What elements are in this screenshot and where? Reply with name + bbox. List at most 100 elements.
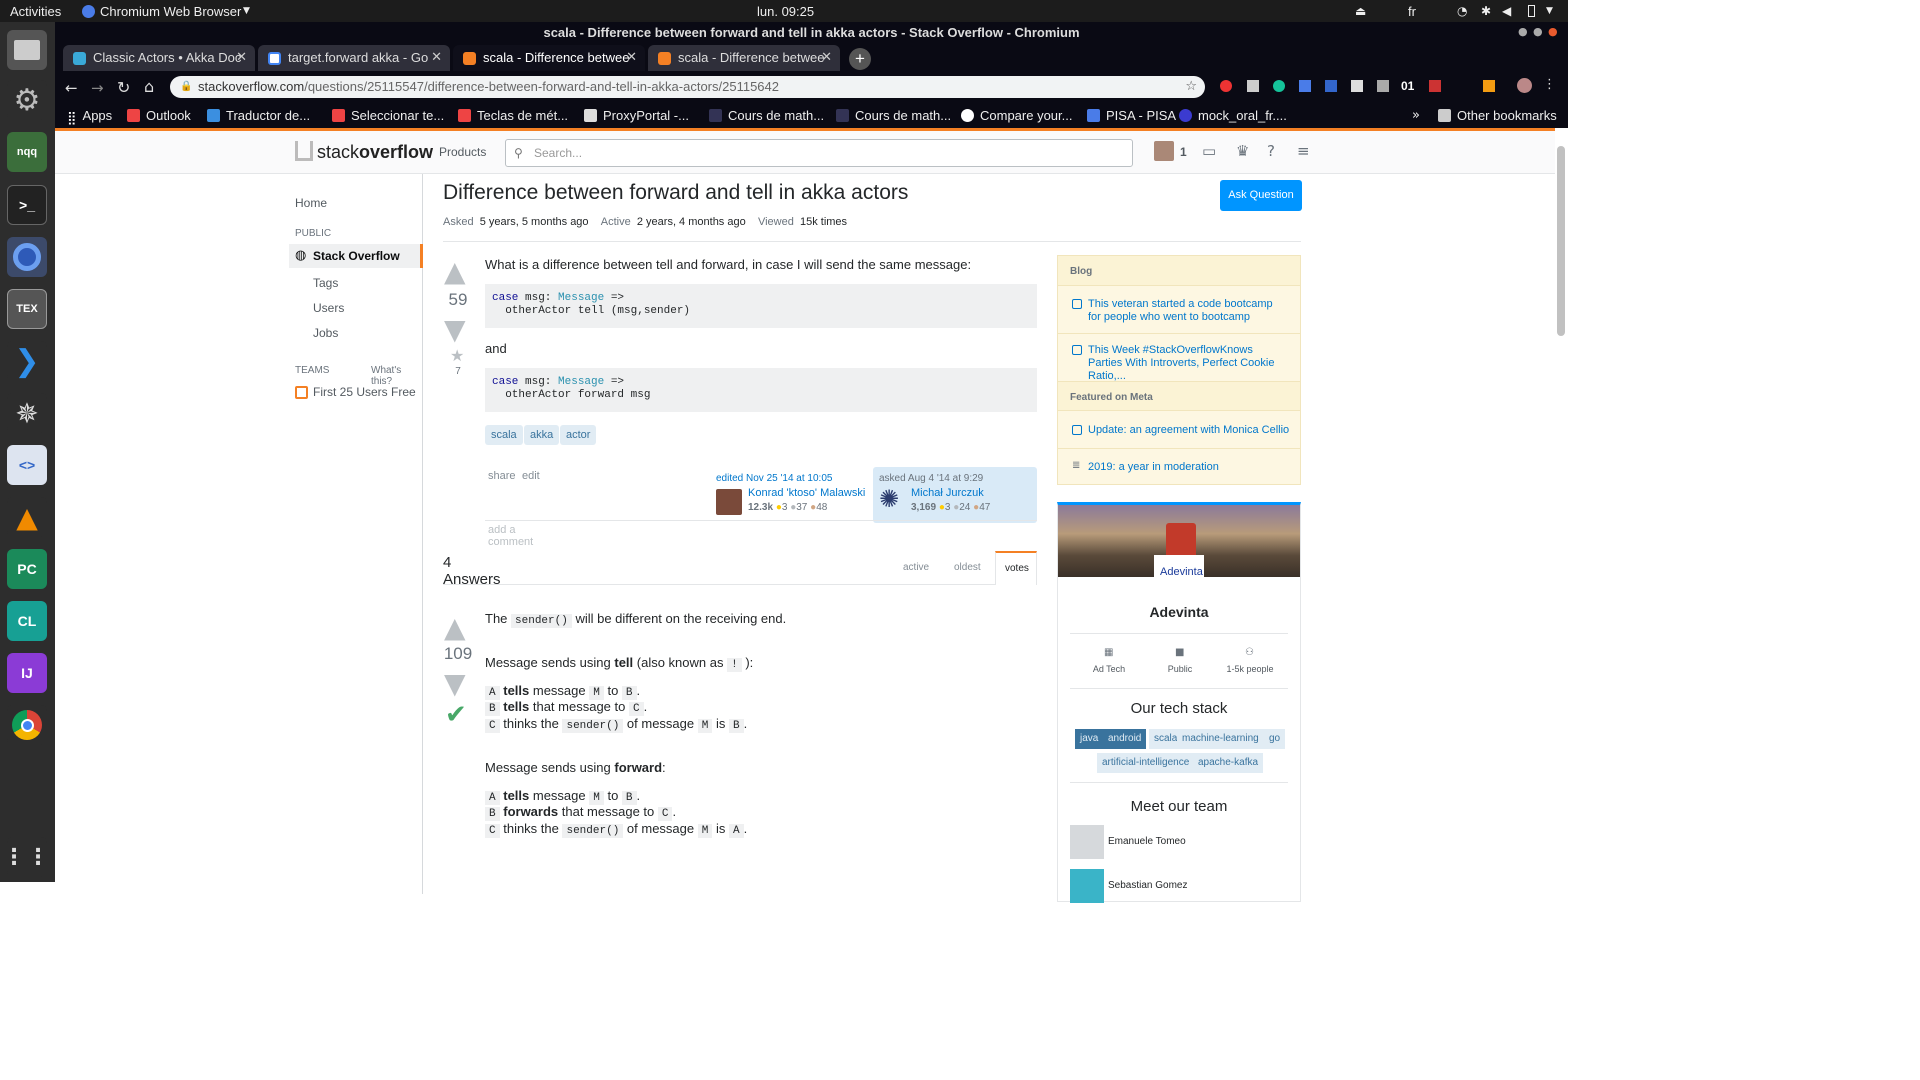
favorite-star-icon[interactable]: ★ <box>450 346 464 365</box>
nav-jobs[interactable]: Jobs <box>313 326 338 340</box>
blog-link-2[interactable]: This Week #StackOverflowKnows Parties Wi… <box>1088 344 1288 383</box>
system-menu-icon[interactable]: ▼ <box>1546 6 1553 16</box>
whats-this-link[interactable]: What's this? <box>371 365 422 387</box>
user-avatar[interactable] <box>1154 141 1174 161</box>
texmaker-icon[interactable]: TEX <box>7 289 47 329</box>
extension-icon[interactable] <box>1429 80 1441 92</box>
answer-downvote-icon[interactable]: ▼ <box>444 667 466 700</box>
nav-tags[interactable]: Tags <box>313 276 338 290</box>
address-bar[interactable]: 🔒 stackoverflow.com/questions/25115547/d… <box>170 76 1205 98</box>
tech-tag-artificial-intelligence[interactable]: artificial-intelligence <box>1097 753 1195 773</box>
tab-google-search[interactable]: target.forward akka - Go ✕ <box>258 45 450 71</box>
tab-stackoverflow-active[interactable]: scala - Difference betwee ✕ <box>453 45 645 71</box>
site-switcher-icon[interactable]: ≡ <box>1297 142 1310 160</box>
extension-icon[interactable] <box>1247 80 1259 92</box>
nav-users[interactable]: Users <box>313 301 344 315</box>
share-link[interactable]: share <box>488 470 516 482</box>
upvote-icon[interactable]: ▲ <box>444 255 466 288</box>
bookmark-item[interactable]: PISA - PISA <box>1087 108 1176 123</box>
files-icon[interactable] <box>7 30 47 70</box>
asker-name[interactable]: Michał Jurczuk <box>911 487 984 499</box>
terminal-icon[interactable]: >_ <box>7 185 47 225</box>
reload-icon[interactable]: ↻ <box>117 78 130 97</box>
pycharm-icon[interactable]: PC <box>7 549 47 589</box>
bookmark-item[interactable]: Compare your... <box>961 108 1073 123</box>
extension-icon[interactable] <box>1351 80 1363 92</box>
close-tab-icon[interactable]: ✕ <box>236 45 247 71</box>
tech-tag-java[interactable]: java <box>1075 729 1104 749</box>
chrome-icon[interactable] <box>7 705 47 745</box>
active-value[interactable]: 2 years, 4 months ago <box>637 216 746 228</box>
edit-link[interactable]: edit <box>522 470 540 482</box>
vscode-icon[interactable]: ❯ <box>7 341 47 381</box>
bookmark-item[interactable]: Teclas de mét... <box>458 108 568 123</box>
bookmark-apps[interactable]: ⣿ Apps <box>67 108 112 126</box>
grammarly-icon[interactable] <box>1273 80 1285 92</box>
tech-tag-go[interactable]: go <box>1264 729 1286 749</box>
spider-icon[interactable]: ✵ <box>7 393 47 433</box>
asker-avatar[interactable]: ✺ <box>879 486 905 512</box>
close-tab-icon[interactable]: ✕ <box>626 45 637 71</box>
downvote-icon[interactable]: ▼ <box>444 313 466 346</box>
member-name[interactable]: Emanuele Tomeo <box>1108 836 1186 847</box>
sort-votes-tab[interactable]: votes <box>995 551 1037 585</box>
clion-icon[interactable]: CL <box>7 601 47 641</box>
extension-badge[interactable]: 01 <box>1401 79 1414 93</box>
bookmark-item[interactable]: Traductor de... <box>207 108 310 123</box>
settings-icon[interactable]: ⚙ <box>7 80 47 120</box>
more-bookmarks-icon[interactable]: » <box>1412 108 1420 123</box>
close-tab-icon[interactable]: ✕ <box>821 45 832 71</box>
first-25-users-link[interactable]: First 25 Users Free <box>313 385 416 399</box>
bookmark-item[interactable]: mock_oral_fr.... <box>1179 108 1287 123</box>
nav-stack-overflow[interactable]: ◍ Stack Overflow <box>289 244 423 268</box>
products-link[interactable]: Products <box>439 145 486 159</box>
extension-icon[interactable] <box>1299 80 1311 92</box>
wifi-icon[interactable]: ◔ <box>1457 4 1467 18</box>
reputation[interactable]: 1 <box>1180 145 1187 159</box>
extension-icon[interactable] <box>1325 80 1337 92</box>
menu-dots-icon[interactable]: ⋮ <box>1543 77 1556 92</box>
tag-scala[interactable]: scala <box>485 425 523 445</box>
editor-name[interactable]: Konrad 'ktoso' Malawski <box>748 487 865 499</box>
answer-upvote-icon[interactable]: ▲ <box>444 611 466 644</box>
bookmark-item[interactable]: Cours de math... <box>709 108 824 123</box>
chromium-dock-icon[interactable] <box>7 237 47 277</box>
tab-stackoverflow[interactable]: scala - Difference betwee ✕ <box>648 45 840 71</box>
tag-actor[interactable]: actor <box>560 425 597 445</box>
home-icon[interactable]: ⌂ <box>144 77 154 96</box>
bluetooth-icon[interactable]: ✱ <box>1481 4 1491 18</box>
tab-akka-docs[interactable]: Classic Actors • Akka Doc ✕ <box>63 45 255 71</box>
bookmark-item[interactable]: Outlook <box>127 108 191 123</box>
member-avatar[interactable] <box>1070 869 1104 903</box>
achievements-icon[interactable]: ♛ <box>1236 142 1249 160</box>
sort-oldest-tab[interactable]: oldest <box>954 562 981 573</box>
tech-tag-apache-kafka[interactable]: apache-kafka <box>1193 753 1264 773</box>
show-apps-icon[interactable]: ⋮⋮ <box>3 837 49 877</box>
other-bookmarks[interactable]: Other bookmarks <box>1438 108 1557 123</box>
company-logo[interactable]: Adevinta <box>1154 555 1204 583</box>
extension-icon[interactable] <box>1220 80 1232 92</box>
blog-link-1[interactable]: This veteran started a code bootcamp for… <box>1088 298 1288 324</box>
tag-akka[interactable]: akka <box>524 425 560 445</box>
bookmark-item[interactable]: ProxyPortal -... <box>584 108 689 123</box>
edited-link[interactable]: edited Nov 25 '14 at 10:05 <box>716 473 832 484</box>
asked-value[interactable]: 5 years, 5 months ago <box>480 216 589 228</box>
vlc-icon[interactable]: ▲ <box>7 497 47 537</box>
intellij-icon[interactable]: IJ <box>7 653 47 693</box>
meta-link-1[interactable]: Update: an agreement with Monica Cellio <box>1088 424 1289 436</box>
notepadqq-icon[interactable]: nqq <box>7 132 47 172</box>
profile-avatar[interactable] <box>1517 78 1532 93</box>
member-name[interactable]: Sebastian Gomez <box>1108 880 1188 891</box>
scrollbar-thumb[interactable] <box>1557 146 1565 336</box>
bookmark-item[interactable]: Seleccionar te... <box>332 108 444 123</box>
close-tab-icon[interactable]: ✕ <box>431 45 442 71</box>
question-title[interactable]: Difference between forward and tell in a… <box>443 181 908 205</box>
add-comment-link[interactable]: add a comment <box>488 524 533 548</box>
search-input[interactable]: ⚲ Search... <box>505 139 1133 167</box>
maximize-icon[interactable]: ● <box>1533 25 1543 38</box>
extension-icon[interactable] <box>1483 80 1495 92</box>
back-icon[interactable]: ← <box>65 79 78 97</box>
company-name[interactable]: Adevinta <box>1058 604 1300 620</box>
editor-avatar[interactable] <box>716 489 742 515</box>
tech-tag-android[interactable]: android <box>1103 729 1147 749</box>
